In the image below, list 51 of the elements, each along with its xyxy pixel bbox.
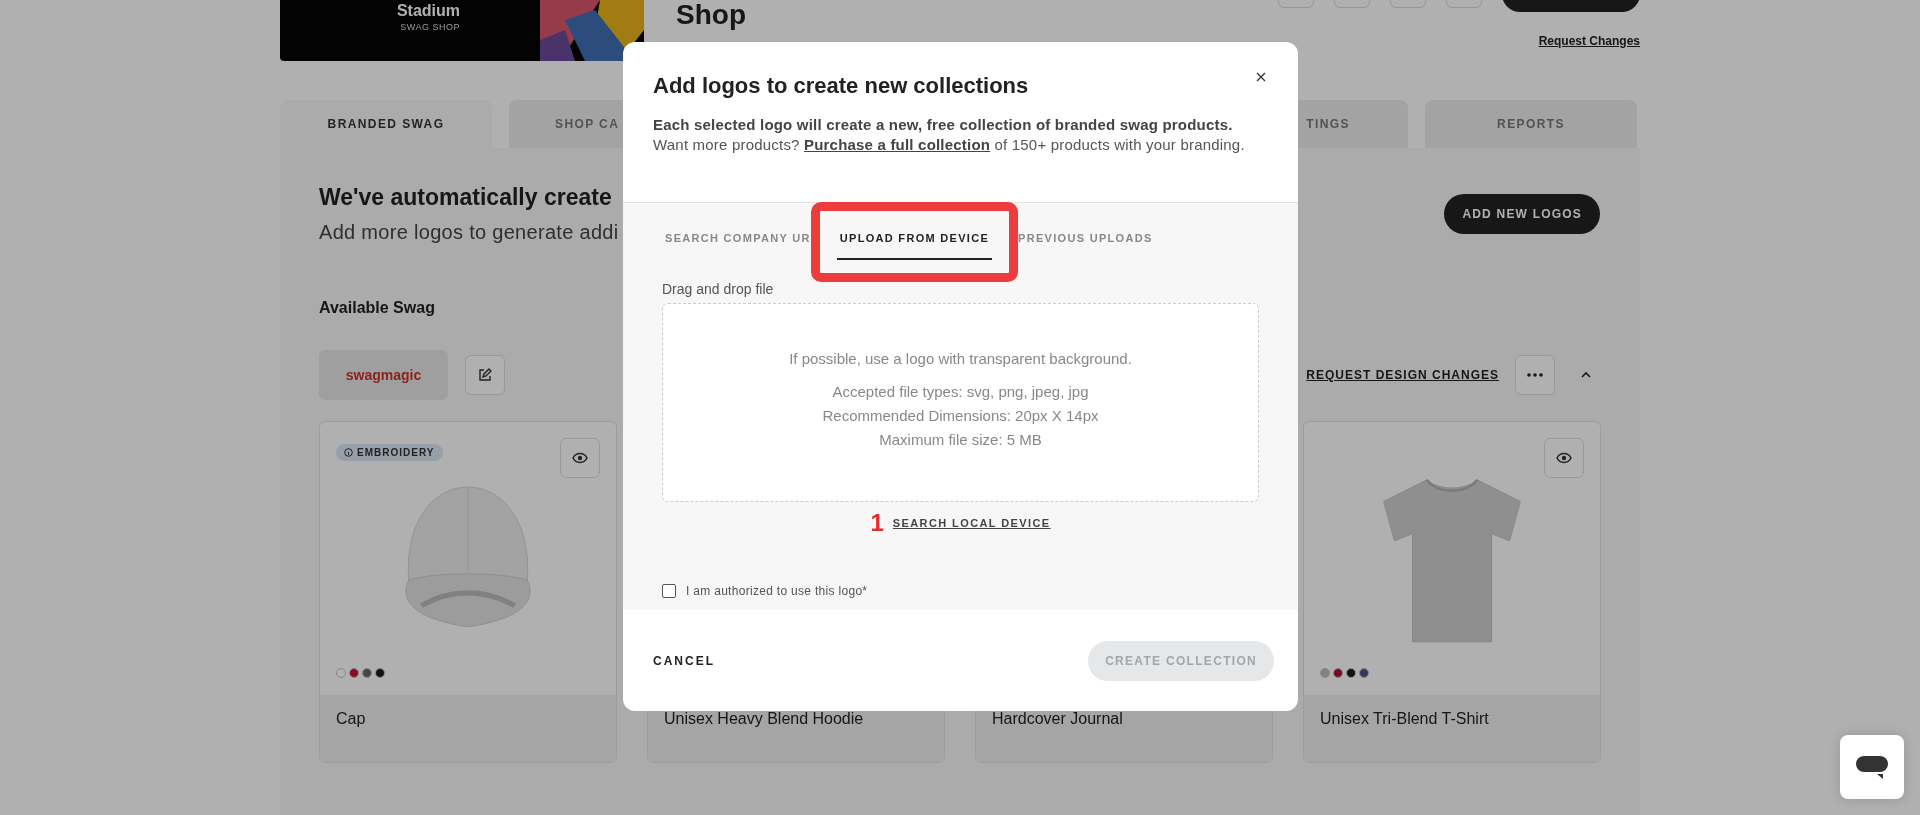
tab[interactable]: BRANDED SWAG bbox=[280, 100, 492, 148]
color-swatch[interactable] bbox=[336, 668, 346, 678]
drop-zone[interactable]: If possible, use a logo with transparent background. Accepted file types: svg, png, jpeg, jpg Recommended Dimensions: 20px X 14px Maximum file size: 5 MB bbox=[662, 303, 1259, 502]
color-swatch[interactable] bbox=[1333, 668, 1343, 678]
close-icon bbox=[1256, 72, 1266, 82]
chat-icon bbox=[1855, 754, 1889, 780]
color-swatch[interactable] bbox=[1359, 668, 1369, 678]
product-name: Cap bbox=[336, 710, 366, 727]
brand-name: Stadium bbox=[396, 2, 460, 20]
eye-icon bbox=[572, 452, 588, 464]
color-swatch[interactable] bbox=[375, 668, 385, 678]
color-swatch[interactable] bbox=[362, 668, 372, 678]
edit-button[interactable] bbox=[465, 355, 505, 395]
purchase-collection-link[interactable]: Purchase a full collection bbox=[804, 136, 991, 153]
product-card[interactable]: Unisex Tri-Blend T-Shirt bbox=[1303, 421, 1601, 763]
banner-subtitle: SWAG SHOP bbox=[400, 22, 460, 32]
product-card[interactable]: EMBROIDERY Cap bbox=[319, 421, 617, 763]
product-name: Unisex Tri-Blend T-Shirt bbox=[1320, 710, 1489, 727]
checkbox-label: I am authorized to use this logo* bbox=[686, 584, 868, 598]
product-name: Hardcover Journal bbox=[992, 710, 1123, 727]
more-icon bbox=[1527, 373, 1543, 377]
intro-heading: We've automatically create bbox=[319, 184, 613, 211]
drop-label: Drag and drop file bbox=[662, 281, 775, 297]
preview-button[interactable] bbox=[560, 438, 600, 478]
drop-hint: If possible, use a logo with transparent background. bbox=[789, 350, 1132, 367]
cancel-button[interactable]: CANCEL bbox=[653, 653, 715, 668]
color-swatch[interactable] bbox=[349, 668, 359, 678]
embroidery-badge: EMBROIDERY bbox=[336, 444, 444, 461]
section-title: Available Swag bbox=[319, 299, 436, 317]
preview-button[interactable] bbox=[1544, 438, 1584, 478]
chat-button[interactable] bbox=[1840, 735, 1904, 799]
request-design-changes-link[interactable]: REQUEST DESIGN CHANGES bbox=[1306, 368, 1499, 382]
checkbox[interactable] bbox=[662, 584, 676, 598]
color-swatch[interactable] bbox=[1346, 668, 1356, 678]
search-local-device-link[interactable]: SEARCH LOCAL DEVICE bbox=[892, 517, 1051, 529]
more-button[interactable] bbox=[1515, 355, 1555, 395]
step-marker: 1 bbox=[870, 511, 884, 535]
upload-tab[interactable]: UPLOAD FROM DEVICE bbox=[836, 228, 993, 260]
intro-text: Add more logos to generate addi bbox=[319, 221, 619, 244]
modal-title: Add logos to create new collections bbox=[653, 73, 1029, 99]
info-icon bbox=[344, 448, 353, 457]
page-title: Shop bbox=[676, 0, 746, 30]
edit-icon bbox=[478, 368, 492, 382]
add-new-logos-button[interactable]: ADD NEW LOGOS bbox=[1444, 194, 1600, 234]
color-swatch[interactable] bbox=[1320, 668, 1330, 678]
file-requirement: Accepted file types: svg, png, jpeg, jpg bbox=[832, 382, 1089, 402]
file-requirement: Maximum file size: 5 MB bbox=[879, 430, 1042, 450]
request-changes-link[interactable]: Request Changes bbox=[1538, 34, 1640, 48]
file-requirement: Recommended Dimensions: 20px X 14px bbox=[822, 406, 1099, 426]
product-name: Unisex Heavy Blend Hoodie bbox=[664, 710, 864, 727]
eye-icon bbox=[1556, 452, 1572, 464]
